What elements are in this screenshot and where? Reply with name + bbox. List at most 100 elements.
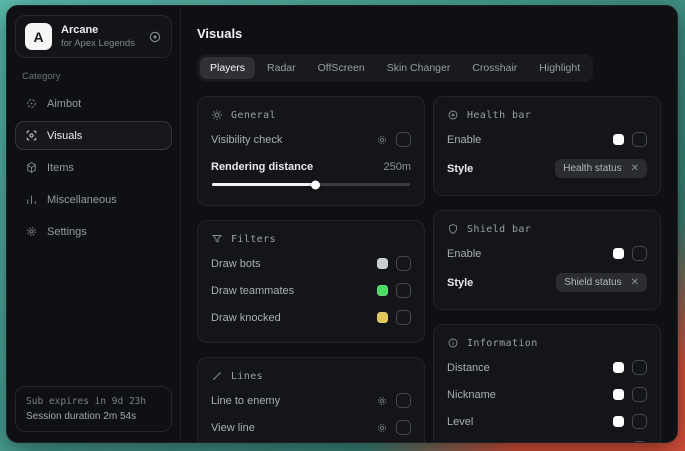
diagonal-line-icon <box>211 370 223 382</box>
row-visibility-check: Visibility check <box>211 126 411 153</box>
sidebar-item-visuals[interactable]: Visuals <box>15 121 172 150</box>
filters-header: Filters <box>211 233 411 245</box>
app-title: Arcane <box>61 24 135 36</box>
category-label: Category <box>22 71 165 82</box>
checkbox[interactable] <box>396 420 411 435</box>
tab-crosshair[interactable]: Crosshair <box>462 57 527 79</box>
cube-icon <box>25 161 38 174</box>
sidebar-item-label: Aimbot <box>47 98 81 110</box>
information-card: Information Distance Nickname Level <box>433 324 661 442</box>
right-column: Health bar Enable Style Health status <box>433 96 661 442</box>
section-title: General <box>231 110 276 121</box>
checkbox[interactable] <box>632 360 647 375</box>
general-header: General <box>211 109 411 121</box>
row-nickname: Nickname <box>447 381 647 408</box>
information-header: Information <box>447 337 647 349</box>
row-label: Line to enemy <box>211 395 280 407</box>
eye-scan-icon <box>25 129 38 142</box>
checkbox[interactable] <box>396 132 411 147</box>
color-swatch[interactable] <box>613 362 624 373</box>
row-view-line: View line <box>211 414 411 441</box>
funnel-icon <box>211 233 223 245</box>
gear-icon[interactable] <box>376 422 388 434</box>
color-swatch[interactable] <box>377 312 388 323</box>
row-label: Draw knocked <box>211 312 281 324</box>
tab-highlight[interactable]: Highlight <box>529 57 590 79</box>
health-bar-card: Health bar Enable Style Health status <box>433 96 661 196</box>
tab-skin-changer[interactable]: Skin Changer <box>377 57 461 79</box>
shield-bar-header: Shield bar <box>447 223 647 235</box>
page-title: Visuals <box>197 26 661 41</box>
checkbox[interactable] <box>632 246 647 261</box>
app-window: A Arcane for Apex Legends Category Aimbo… <box>6 5 678 443</box>
style-select-value: Shield status <box>564 277 621 288</box>
sidebar-item-miscellaneous[interactable]: Miscellaneous <box>15 185 172 214</box>
tab-radar[interactable]: Radar <box>257 57 306 79</box>
checkbox[interactable] <box>396 283 411 298</box>
row-label: View line <box>211 422 255 434</box>
color-swatch[interactable] <box>613 416 624 427</box>
style-select[interactable]: Shield status ✕ <box>556 273 647 292</box>
tab-players[interactable]: Players <box>200 57 255 79</box>
row-shield-style: Style Shield status ✕ <box>447 267 647 298</box>
sidebar-item-aimbot[interactable]: Aimbot <box>15 89 172 118</box>
row-draw-bots: Draw bots <box>211 250 411 277</box>
row-health-enable: Enable <box>447 126 647 153</box>
lines-card: Lines Line to enemy View line <box>197 357 425 442</box>
brand-text: Arcane for Apex Legends <box>61 24 135 49</box>
left-column: General Visibility check Rendering dista… <box>197 96 425 442</box>
section-title: Lines <box>231 371 263 382</box>
checkbox[interactable] <box>632 132 647 147</box>
section-title: Filters <box>231 234 276 245</box>
app-logo: A <box>25 23 52 50</box>
slider-value: 250m <box>383 161 411 173</box>
checkbox[interactable] <box>396 310 411 325</box>
color-swatch[interactable] <box>377 258 388 269</box>
row-health-style: Style Health status ✕ <box>447 153 647 184</box>
checkbox[interactable] <box>632 387 647 402</box>
bar-chart-icon <box>25 193 38 206</box>
row-label: Style <box>447 163 473 175</box>
style-select[interactable]: Health status ✕ <box>555 159 647 178</box>
checkbox[interactable] <box>632 441 647 442</box>
sidebar-item-label: Items <box>47 162 74 174</box>
close-icon[interactable]: ✕ <box>631 164 639 174</box>
row-label: Visibility check <box>211 134 282 146</box>
row-platform: Platform <box>447 435 647 442</box>
slider-thumb[interactable] <box>311 180 320 189</box>
tab-offscreen[interactable]: OffScreen <box>308 57 375 79</box>
style-select-value: Health status <box>563 163 621 174</box>
section-title: Information <box>467 338 538 349</box>
color-swatch[interactable] <box>613 389 624 400</box>
sidebar-item-settings[interactable]: Settings <box>15 217 172 246</box>
checkbox[interactable] <box>396 256 411 271</box>
main-panel: Visuals Players Radar OffScreen Skin Cha… <box>181 6 677 442</box>
general-card: General Visibility check Rendering dista… <box>197 96 425 206</box>
checkbox[interactable] <box>396 393 411 408</box>
checkbox[interactable] <box>632 414 647 429</box>
row-label: Draw teammates <box>211 285 294 297</box>
shield-bar-card: Shield bar Enable Style Shield status <box>433 210 661 310</box>
close-icon[interactable]: ✕ <box>631 278 639 288</box>
target-icon[interactable] <box>148 30 162 44</box>
sidebar-item-label: Visuals <box>47 130 82 142</box>
sidebar-item-items[interactable]: Items <box>15 153 172 182</box>
row-label: Enable <box>447 248 481 260</box>
row-distance: Distance <box>447 354 647 381</box>
color-swatch[interactable] <box>377 285 388 296</box>
color-swatch[interactable] <box>613 134 624 145</box>
color-swatch[interactable] <box>613 248 624 259</box>
health-cross-icon <box>447 109 459 121</box>
row-label: Level <box>447 416 473 428</box>
tab-bar: Players Radar OffScreen Skin Changer Cro… <box>197 54 593 82</box>
row-label: Nickname <box>447 389 496 401</box>
filters-card: Filters Draw bots Draw teammates <box>197 220 425 343</box>
row-level: Level <box>447 408 647 435</box>
row-label: Enable <box>447 134 481 146</box>
gear-icon[interactable] <box>376 395 388 407</box>
slider-fill <box>212 183 315 186</box>
rendering-distance-slider[interactable] <box>212 183 410 186</box>
gear-icon[interactable] <box>376 134 388 146</box>
row-draw-knocked: Draw knocked <box>211 304 411 331</box>
info-icon <box>447 337 459 349</box>
